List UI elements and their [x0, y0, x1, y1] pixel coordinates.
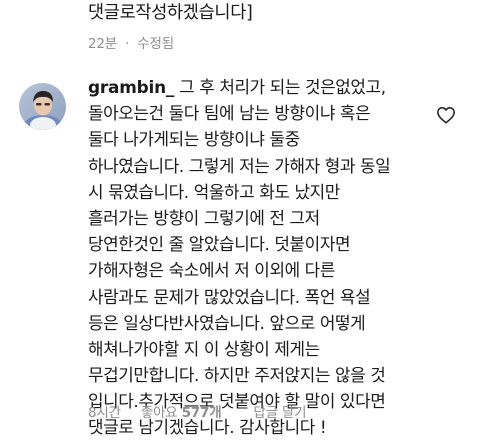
comment-line: 시 묶였습니다. 억울하고 화도 났지만	[88, 181, 340, 202]
comment-username[interactable]: grambin_	[88, 77, 174, 97]
likes-label: 좋아요	[140, 405, 178, 421]
avatar-image	[19, 83, 66, 130]
comment-line: 하나였습니다. 그렇게 저는 가해자 형과 동일	[88, 155, 391, 176]
comment-line: 흘러가는 방향이 그렇기에 전 그저	[88, 207, 320, 228]
heart-icon[interactable]	[436, 106, 456, 124]
comment-line: 그 후 처리가 되는 것은없었고,	[174, 77, 386, 97]
edited-label: 수정됨	[137, 36, 174, 52]
comment-line: 무겁기만합니다. 하지만 주저앉지는 않을 것	[88, 365, 386, 386]
comment-body: grambin_ 그 후 처리가 되는 것은없었고, 돌아오는건 둘다 팀에 남…	[88, 74, 468, 441]
comment-line: 돌아오는건 둘다 팀에 남는 방향이냐 혹은	[88, 103, 371, 124]
reply-button[interactable]: 답글 달기	[253, 401, 306, 421]
comment-line: 둘다 나가게되는 방향이냐 둘중	[88, 129, 300, 150]
previous-comment-time: 22분	[88, 36, 117, 52]
previous-comment-meta: 22분 · 수정됨	[88, 32, 174, 52]
comment-meta: 8시간 좋아요 577개 답글 달기	[88, 401, 468, 421]
previous-comment-text: 댓글로작성하겠습니다]	[88, 3, 253, 23]
comment-line: 가해자형은 숙소에서 저 이외에 다른	[88, 260, 335, 281]
comment-line: 등은 일상다반사였습니다. 앞으로 어떻게	[88, 312, 366, 333]
likes-count: 577개	[181, 405, 222, 421]
comment-line: 당연한것인 줄 알았습니다. 덧붙이자면	[88, 234, 351, 255]
comment-time: 8시간	[88, 405, 121, 421]
comment-line: 사람과도 문제가 많았었습니다. 폭언 욕설	[88, 286, 371, 307]
comment-first-line: grambin_ 그 후 처리가 되는 것은없었고,	[88, 74, 468, 100]
likes-link[interactable]: 좋아요 577개	[141, 401, 222, 421]
meta-separator: ·	[125, 36, 130, 52]
comment-line: 해쳐나가야할 지 이 상황이 제게는	[88, 338, 320, 359]
avatar[interactable]	[19, 83, 66, 130]
